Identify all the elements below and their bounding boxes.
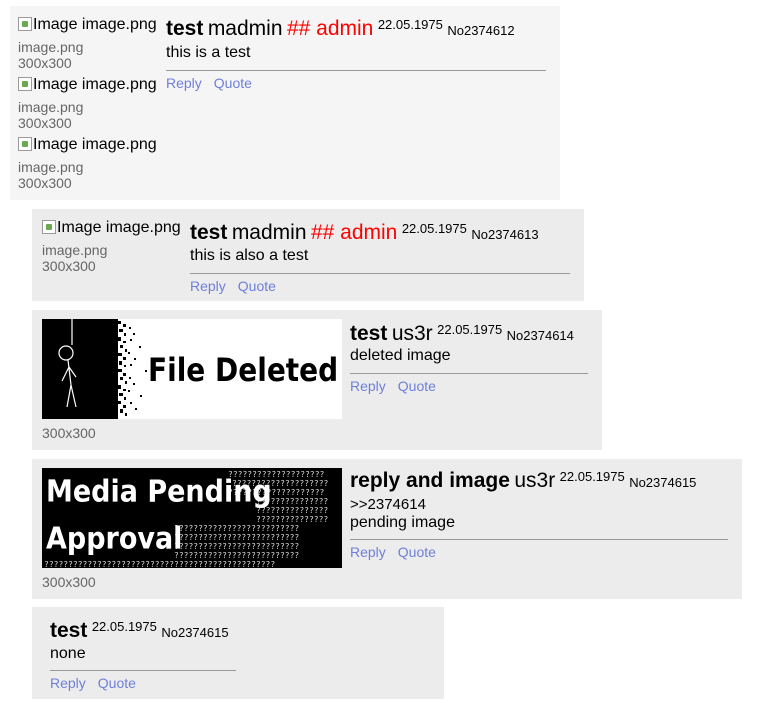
post-number[interactable]: No2374614 xyxy=(507,328,574,343)
post-actions: Reply Quote xyxy=(350,378,448,394)
capcode: ## admin xyxy=(286,17,374,40)
post-number[interactable]: No2374612 xyxy=(447,23,514,38)
quote-link[interactable]: Quote xyxy=(238,278,276,294)
quote-link-2374614[interactable]: >>2374614 xyxy=(350,496,426,514)
poster-name: madmin xyxy=(231,221,307,244)
poster-name: us3r xyxy=(514,469,556,492)
reply-link[interactable]: Reply xyxy=(350,378,386,394)
post-2374615: ???????????????????? ???????????????????… xyxy=(32,459,742,599)
svg-text:??????????????????????????: ?????????????????????????? xyxy=(174,524,299,533)
image-dimensions: 300x300 xyxy=(42,258,96,274)
post-body: none xyxy=(50,645,86,662)
thumbnail-caption-1: Media Pending xyxy=(46,473,272,509)
broken-image-icon xyxy=(18,137,32,151)
reply-link[interactable]: Reply xyxy=(350,544,386,560)
poster-name: us3r xyxy=(391,322,433,345)
post-divider xyxy=(350,539,728,540)
post-subject: test xyxy=(350,322,388,345)
post-date: 22.05.1975 xyxy=(401,221,467,236)
image-filename: image.png xyxy=(18,39,84,55)
image-filename: image.png xyxy=(18,159,84,175)
reply-link[interactable]: Reply xyxy=(166,75,202,91)
post-subject: test xyxy=(50,619,88,642)
post-date: 22.05.1975 xyxy=(91,619,157,634)
file-deleted-thumbnail[interactable]: File Deleted xyxy=(42,319,342,419)
thumbnail-caption: File Deleted xyxy=(148,352,338,389)
image-dimensions: 300x300 xyxy=(18,55,72,71)
svg-text:??????????????????????????: ?????????????????????????? xyxy=(174,542,299,551)
post-subject: reply and image xyxy=(350,469,510,492)
svg-text:??????????????????????????????: ????????????????????????????????????????… xyxy=(44,560,275,568)
post-image-3[interactable]: Image image.png xyxy=(18,136,157,154)
image-filename: image.png xyxy=(18,99,84,115)
svg-text:???????????????: ??????????????? xyxy=(256,515,328,524)
image-filename: image.png xyxy=(42,242,108,258)
svg-text:??????????????????????????: ?????????????????????????? xyxy=(174,551,299,560)
post-image-1[interactable]: Image image.png xyxy=(42,219,181,237)
image-dimensions: 300x300 xyxy=(18,175,72,191)
capcode: ## admin xyxy=(310,221,398,244)
post-number[interactable]: No2374613 xyxy=(471,227,538,242)
post-divider xyxy=(350,373,588,374)
post-header: test us3r 22.05.1975 No2374614 xyxy=(350,322,574,346)
post-header: test madmin ## admin 22.05.1975 No237461… xyxy=(166,17,515,41)
quote-link[interactable]: Quote xyxy=(398,378,436,394)
post-subject: test xyxy=(190,221,228,244)
post-number[interactable]: No2374615 xyxy=(161,625,228,640)
post-header: test madmin ## admin 22.05.1975 No237461… xyxy=(190,221,539,245)
post-2374614: File Deleted 300x300 test us3r 22.05.197… xyxy=(32,310,602,450)
post-body: this is also a test xyxy=(190,247,309,264)
reply-link[interactable]: Reply xyxy=(50,675,86,691)
quote-link[interactable]: Quote xyxy=(98,675,136,691)
post-actions: Reply Quote xyxy=(350,544,448,560)
quote-link[interactable]: Quote xyxy=(398,544,436,560)
post-body: deleted image xyxy=(350,347,451,364)
image-dimensions: 300x300 xyxy=(18,115,72,131)
post-actions: Reply Quote xyxy=(166,75,264,91)
post-header: test 22.05.1975 No2374615 xyxy=(50,619,229,643)
media-pending-thumbnail[interactable]: ???????????????????? ???????????????????… xyxy=(42,468,342,568)
post-actions: Reply Quote xyxy=(50,675,148,691)
poster-name: madmin xyxy=(207,17,283,40)
broken-image-icon xyxy=(18,77,32,91)
post-image-2[interactable]: Image image.png xyxy=(18,76,157,94)
post-header: reply and image us3r 22.05.1975 No237461… xyxy=(350,469,696,493)
thumbnail-caption-2: Approval xyxy=(46,520,182,556)
post-number[interactable]: No2374615 xyxy=(629,475,696,490)
reply-link[interactable]: Reply xyxy=(190,278,226,294)
post-body: pending image xyxy=(350,514,455,531)
post-actions: Reply Quote xyxy=(190,278,288,294)
post-date: 22.05.1975 xyxy=(437,322,503,337)
image-dimensions: 300x300 xyxy=(42,425,96,441)
quote-link[interactable]: Quote xyxy=(214,75,252,91)
broken-image-icon xyxy=(42,220,56,234)
post-2374612: Image image.png image.png 300x300 Image … xyxy=(10,6,560,200)
image-dimensions: 300x300 xyxy=(42,574,96,590)
svg-text:??????????????????????????: ?????????????????????????? xyxy=(174,533,299,542)
post-date: 22.05.1975 xyxy=(559,469,625,484)
post-body: this is a test xyxy=(166,44,251,61)
media-pending-image: ???????????????????? ???????????????????… xyxy=(42,468,342,568)
file-deleted-image: File Deleted xyxy=(42,319,342,419)
post-2374615-b: test 22.05.1975 No2374615 none Reply Quot… xyxy=(32,607,444,699)
post-image-1[interactable]: Image image.png xyxy=(18,16,157,34)
broken-image-icon xyxy=(18,17,32,31)
post-subject: test xyxy=(166,17,204,40)
post-divider xyxy=(50,670,236,671)
post-2374613: Image image.png image.png 300x300 test m… xyxy=(32,209,584,301)
post-divider xyxy=(166,70,546,71)
post-date: 22.05.1975 xyxy=(377,17,443,32)
post-divider xyxy=(190,273,570,274)
